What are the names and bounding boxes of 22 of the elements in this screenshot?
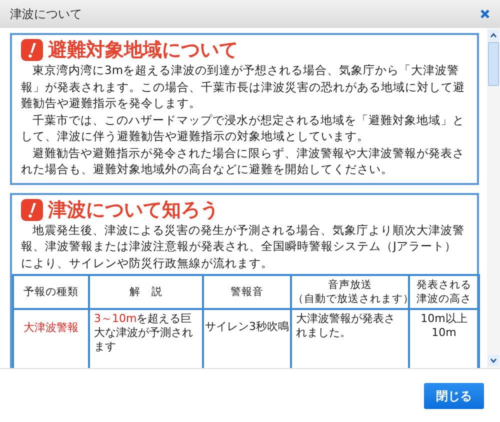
- column-header: 解 説: [89, 275, 203, 309]
- scroll-up-icon[interactable]: [488, 30, 499, 41]
- scroll-thumb[interactable]: [488, 42, 499, 86]
- close-icon[interactable]: [480, 9, 490, 19]
- scrollbar[interactable]: [487, 28, 500, 368]
- exclamation-icon: [21, 39, 43, 61]
- exclamation-icon: [21, 198, 43, 220]
- paragraph: 地震発生後、津波による災害の発生が予測される場合、気象庁より順次大津波警報、津波警報または津波注意報が発表され、全国瞬時警報システム（Jアラート）により、サイレンや防災行政無線が流れます。: [21, 222, 466, 271]
- table-cell: 大津波警報: [13, 309, 89, 368]
- paragraph: 避難勧告や避難指示が発令された場合に限らず、津波警報や大津波警報が発表された場合も、避難対象地域外の高台などに避難を開始してください。: [21, 144, 466, 178]
- column-header: 警報音: [203, 275, 291, 309]
- section-heading: 津波について知ろう: [48, 198, 219, 220]
- column-header: 予報の種類: [13, 275, 89, 309]
- close-button[interactable]: 閉じる: [424, 382, 484, 408]
- column-header: 発表される 津波の高さ: [409, 275, 479, 309]
- paragraph: 東京湾内湾に3mを超える津波の到達が予想される場合、気象庁から「大津波警報」が発表されます。この場合、千葉市長は津波災害の恐れがある地域に対して避難勧告や避難指示を発令します。: [21, 62, 466, 112]
- section-heading: 避難対象地域について: [48, 39, 238, 61]
- paragraph: 千葉市では、このハザードマップで浸水が想定される地域を「避難対象地域」として、津波に伴う避難勧告や避難指示の対象地域としています。: [21, 112, 466, 144]
- scroll-down-icon[interactable]: [488, 355, 499, 366]
- table-cell: サイレン3秒吹鳴: [203, 309, 291, 368]
- column-header: 音声放送 （自動で放送されます）: [291, 275, 409, 309]
- window-title: 津波について: [10, 6, 82, 23]
